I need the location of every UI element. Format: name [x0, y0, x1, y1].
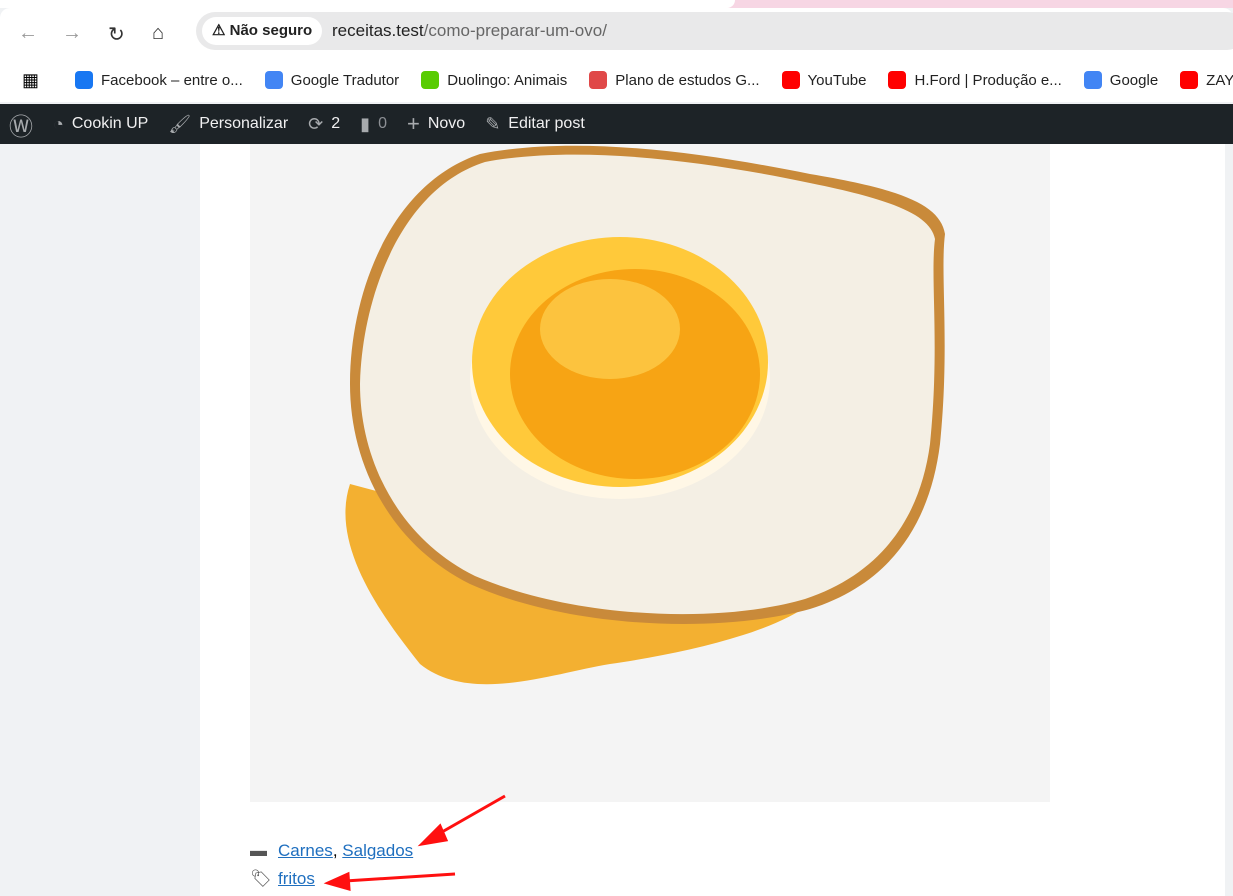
arrow-to-categories — [434, 794, 506, 838]
annotation-arrows — [323, 794, 506, 892]
arrow-head — [323, 871, 351, 892]
arrow-to-tags — [344, 872, 456, 883]
arrow-head — [417, 823, 449, 847]
